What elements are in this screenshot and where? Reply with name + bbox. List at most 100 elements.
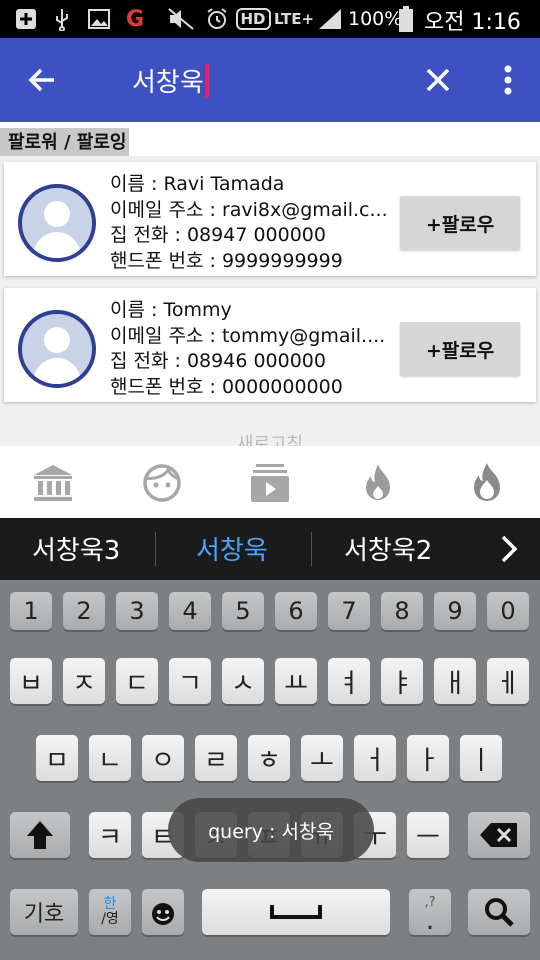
key-digeut[interactable]: ㄷ: [116, 658, 158, 704]
key-yo[interactable]: ㅛ: [275, 658, 317, 704]
contact-name: Tommy: [163, 299, 232, 321]
toast-message: query : 서창욱: [168, 798, 374, 862]
suggestion-item[interactable]: 서창욱2: [344, 530, 432, 567]
space-bar-icon: [270, 905, 322, 919]
name-label: 이름 :: [110, 173, 158, 195]
key-eu[interactable]: ㅡ: [407, 812, 449, 858]
g-app-icon: G: [125, 6, 145, 32]
bank-icon[interactable]: [30, 460, 76, 506]
key-3[interactable]: 3: [116, 592, 158, 630]
search-query-text: 서창욱: [132, 68, 204, 98]
backspace-key[interactable]: [468, 812, 530, 858]
key-giyeok[interactable]: ㄱ: [169, 658, 211, 704]
key-yeo[interactable]: ㅕ: [328, 658, 370, 704]
shift-key[interactable]: [10, 812, 70, 858]
voice-emoji-key[interactable]: [142, 889, 184, 935]
key-bieup[interactable]: ㅂ: [10, 658, 52, 704]
key-ieung[interactable]: ㅇ: [142, 735, 184, 781]
mobile-label: 핸드폰 번호 :: [110, 375, 216, 398]
search-key[interactable]: [468, 889, 530, 935]
soft-keyboard: 1 2 3 4 5 6 7 8 9 0 ㅂ ㅈ ㄷ ㄱ ㅅ ㅛ ㅕ ㅑ ㅐ ㅔ …: [0, 580, 540, 960]
key-rieul[interactable]: ㄹ: [195, 735, 237, 781]
key-2[interactable]: 2: [63, 592, 105, 630]
suggestion-item-selected[interactable]: 서창욱: [196, 530, 268, 567]
text-cursor: [204, 64, 209, 98]
symbols-key[interactable]: 기호: [10, 889, 78, 935]
contact-email: ravi8x@gmail.c...: [221, 198, 388, 221]
key-hieut[interactable]: ㅎ: [248, 735, 290, 781]
key-8[interactable]: 8: [381, 592, 423, 630]
follow-button[interactable]: +팔로우: [400, 196, 520, 250]
contact-mobile: 9999999999: [221, 249, 343, 272]
contact-name: Ravi Tamada: [163, 173, 285, 195]
key-7[interactable]: 7: [328, 592, 370, 630]
contact-email-row: 이메일 주소 : tommy@gmail....: [110, 324, 392, 350]
hd-icon: HD: [235, 6, 271, 32]
key-kieuk[interactable]: ㅋ: [89, 812, 131, 858]
key-ya[interactable]: ㅑ: [381, 658, 423, 704]
contact-card[interactable]: 이름 : Tommy 이메일 주소 : tommy@gmail.... 집 전화…: [4, 288, 536, 402]
contact-mobile: 0000000000: [221, 375, 343, 398]
key-i[interactable]: ㅣ: [460, 735, 502, 781]
shift-arrow-icon: [27, 821, 53, 849]
contact-info: 이름 : Ravi Tamada 이메일 주소 : ravi8x@gmail.c…: [110, 172, 392, 274]
keyboard-suggestion-bar: 서창욱3 서창욱 서창욱2: [0, 518, 540, 580]
chevron-right-icon[interactable]: [496, 534, 522, 564]
key-a[interactable]: ㅏ: [407, 735, 449, 781]
key-siot[interactable]: ㅅ: [222, 658, 264, 704]
key-4[interactable]: 4: [169, 592, 211, 630]
period-key[interactable]: ,? .: [409, 889, 451, 935]
search-input[interactable]: 서창욱: [132, 62, 209, 99]
key-1[interactable]: 1: [10, 592, 52, 630]
contact-mobile-row: 핸드폰 번호 : 9999999999: [110, 249, 392, 275]
space-key[interactable]: [202, 889, 390, 935]
email-label: 이메일 주소 :: [110, 198, 216, 221]
contact-name-row: 이름 : Ravi Tamada: [110, 172, 392, 198]
search-app-bar: 서창욱: [0, 38, 540, 122]
email-label: 이메일 주소 :: [110, 324, 216, 347]
follow-button[interactable]: +팔로우: [400, 322, 520, 376]
suggestion-item[interactable]: 서창욱3: [32, 530, 120, 567]
video-library-icon[interactable]: [247, 460, 293, 506]
key-5[interactable]: 5: [222, 592, 264, 630]
image-icon: [86, 6, 112, 32]
key-nieun[interactable]: ㄴ: [89, 735, 131, 781]
contact-home-phone: 08947 000000: [186, 224, 326, 246]
divider: [155, 532, 156, 566]
mobile-label: 핸드폰 번호 :: [110, 249, 216, 272]
contact-email: tommy@gmail....: [221, 324, 386, 347]
more-options-icon[interactable]: [496, 64, 520, 96]
key-jieut[interactable]: ㅈ: [63, 658, 105, 704]
section-label: 팔로워 / 팔로잉: [0, 128, 130, 156]
lte-icon: LTE+: [274, 6, 314, 32]
emoji-icon: [152, 903, 174, 925]
key-9[interactable]: 9: [434, 592, 476, 630]
clear-search-icon[interactable]: [420, 62, 456, 98]
battery-percent: 100%: [348, 8, 403, 30]
key-0[interactable]: 0: [487, 592, 529, 630]
status-bar: G HD LTE+ 100% 오전 1:16: [0, 0, 540, 38]
clock: 오전 1:16: [424, 10, 521, 35]
flame-outline-icon[interactable]: [464, 460, 510, 506]
language-switch-key[interactable]: 한 /영: [89, 889, 131, 935]
key-e[interactable]: ㅔ: [487, 658, 529, 704]
key-eo[interactable]: ㅓ: [354, 735, 396, 781]
contact-mobile-row: 핸드폰 번호 : 0000000000: [110, 375, 392, 401]
flame-icon[interactable]: [355, 460, 401, 506]
key-o[interactable]: ㅗ: [301, 735, 343, 781]
avatar: [18, 310, 96, 388]
home-label: 집 전화 :: [110, 224, 181, 246]
hd-label: HD: [235, 8, 271, 30]
period-label: .: [425, 906, 435, 936]
lang-english-label: /영: [101, 911, 119, 927]
add-box-icon: [12, 6, 40, 32]
usb-icon: [50, 6, 74, 32]
key-mieum[interactable]: ㅁ: [36, 735, 78, 781]
contact-card[interactable]: 이름 : Ravi Tamada 이메일 주소 : ravi8x@gmail.c…: [4, 162, 536, 276]
contact-email-row: 이메일 주소 : ravi8x@gmail.c...: [110, 198, 392, 224]
back-arrow-icon[interactable]: [24, 62, 60, 98]
key-ae[interactable]: ㅐ: [434, 658, 476, 704]
key-6[interactable]: 6: [275, 592, 317, 630]
lte-label: LTE+: [273, 10, 315, 28]
face-icon[interactable]: [139, 460, 185, 506]
